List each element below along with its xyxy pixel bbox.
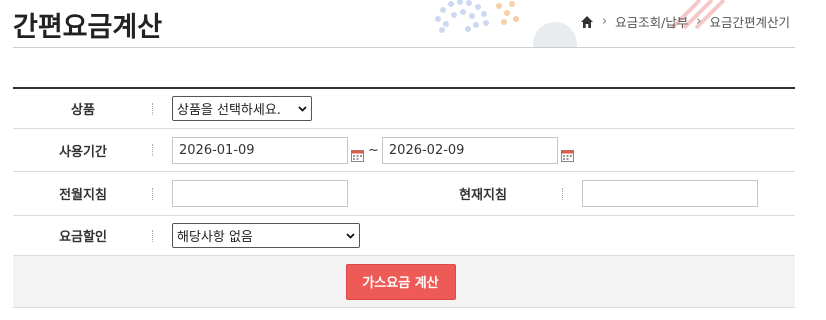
chevron-down-icon	[346, 232, 355, 239]
calendar-icon[interactable]	[560, 147, 574, 162]
start-date-input[interactable]: 2026-01-09	[172, 136, 348, 164]
prev-reading-label: 전월지침	[13, 184, 153, 203]
product-select[interactable]: 상품을 선택하세요.	[172, 96, 312, 121]
date-separator: ~	[368, 142, 379, 158]
page-title: 간편요금계산	[13, 12, 163, 43]
calendar-icon[interactable]	[351, 147, 364, 162]
product-label: 상품	[13, 99, 153, 118]
chevron-down-icon	[298, 105, 307, 112]
prev-reading-input[interactable]	[172, 180, 348, 207]
readings-row: 전월지침 현재지침	[13, 172, 795, 216]
curr-reading-input[interactable]	[582, 180, 758, 207]
discount-label: 요금할인	[13, 226, 153, 245]
curr-reading-label: 현재지침	[403, 184, 563, 203]
discount-row: 요금할인 해당사항 없음	[13, 216, 795, 256]
breadcrumb: › 요금조회/납부 › 요금간편계산기	[580, 12, 790, 31]
period-label: 사용기간	[13, 141, 153, 160]
chevron-right-icon: ›	[601, 14, 608, 29]
fee-calculator-form: 상품 상품을 선택하세요. 사용기간 2026-01-09 ~ 2026-02-…	[13, 87, 795, 308]
breadcrumb-item[interactable]: 요금조회/납부	[615, 12, 688, 31]
end-date-input[interactable]: 2026-02-09	[381, 136, 558, 164]
chevron-right-icon: ›	[696, 14, 702, 29]
discount-select-value: 해당사항 없음	[177, 230, 253, 245]
product-select-value: 상품을 선택하세요.	[177, 103, 281, 118]
title-divider	[13, 47, 795, 48]
discount-select[interactable]: 해당사항 없음	[172, 223, 360, 248]
calculate-gas-fee-button[interactable]: 가스요금 계산	[345, 263, 456, 300]
breadcrumb-current: 요금간편계산기	[709, 15, 790, 30]
home-icon[interactable]	[580, 15, 594, 29]
action-row: 가스요금 계산	[13, 256, 795, 308]
period-row: 사용기간 2026-01-09 ~ 2026-02-09	[13, 129, 795, 172]
product-row: 상품 상품을 선택하세요.	[13, 89, 795, 129]
